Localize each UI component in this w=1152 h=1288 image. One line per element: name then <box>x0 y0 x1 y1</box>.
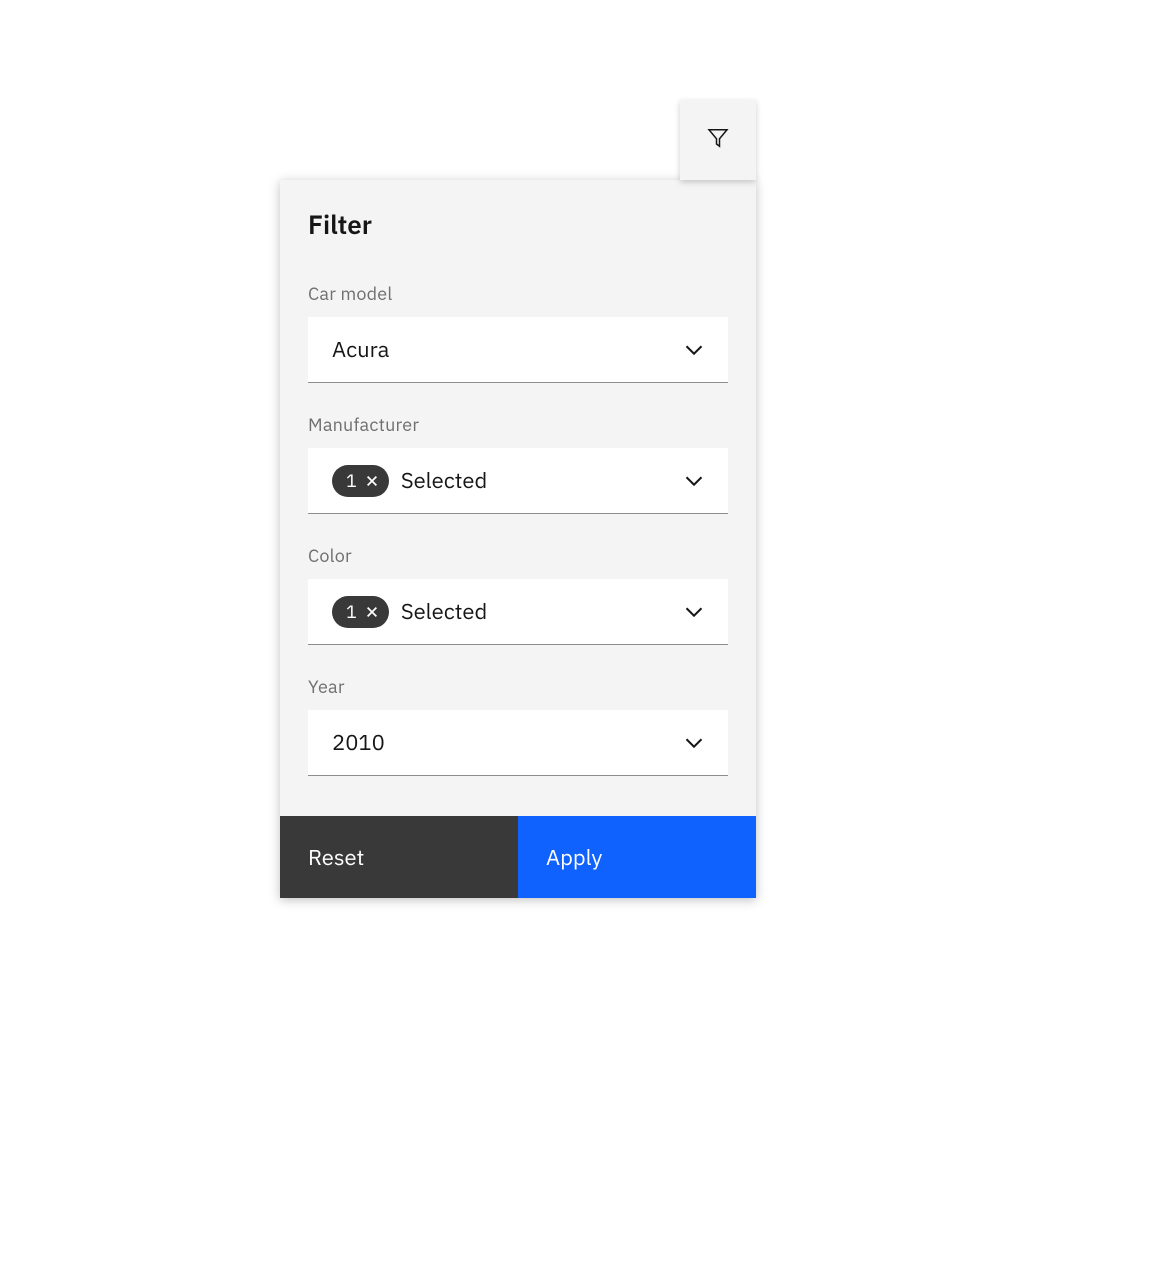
year-value: 2010 <box>332 728 684 757</box>
car-model-label: Car model <box>308 282 728 305</box>
color-selected-text: Selected <box>401 597 487 626</box>
reset-button[interactable]: Reset <box>280 816 518 898</box>
chevron-down-icon <box>684 340 704 360</box>
manufacturer-label: Manufacturer <box>308 413 728 436</box>
color-dropdown[interactable]: 1 Selected <box>308 579 728 645</box>
field-car-model: Car model Acura <box>308 282 728 383</box>
field-year: Year 2010 <box>308 675 728 776</box>
car-model-dropdown[interactable]: Acura <box>308 317 728 383</box>
color-tag[interactable]: 1 <box>332 596 389 628</box>
car-model-value: Acura <box>332 335 684 364</box>
filter-panel-wrapper: Filter Car model Acura Manufacturer 1 <box>280 100 756 818</box>
filter-toggle-tab[interactable] <box>680 100 756 180</box>
chevron-down-icon <box>684 471 704 491</box>
color-tag-count: 1 <box>346 600 357 623</box>
panel-title: Filter <box>308 208 728 242</box>
filter-panel: Filter Car model Acura Manufacturer 1 <box>280 180 756 898</box>
year-label: Year <box>308 675 728 698</box>
manufacturer-tag-count: 1 <box>346 469 357 492</box>
filter-panel-header: Filter <box>280 180 756 242</box>
manufacturer-selected-text: Selected <box>401 466 487 495</box>
close-icon[interactable] <box>365 605 379 619</box>
color-label: Color <box>308 544 728 567</box>
apply-button[interactable]: Apply <box>518 816 756 898</box>
field-color: Color 1 Selected <box>308 544 728 645</box>
close-icon[interactable] <box>365 474 379 488</box>
chevron-down-icon <box>684 733 704 753</box>
field-manufacturer: Manufacturer 1 Selected <box>308 413 728 514</box>
filter-icon <box>706 126 730 155</box>
chevron-down-icon <box>684 602 704 622</box>
manufacturer-dropdown[interactable]: 1 Selected <box>308 448 728 514</box>
filter-panel-body: Car model Acura Manufacturer 1 <box>280 242 756 816</box>
filter-panel-footer: Reset Apply <box>280 816 756 898</box>
manufacturer-tag[interactable]: 1 <box>332 465 389 497</box>
year-dropdown[interactable]: 2010 <box>308 710 728 776</box>
